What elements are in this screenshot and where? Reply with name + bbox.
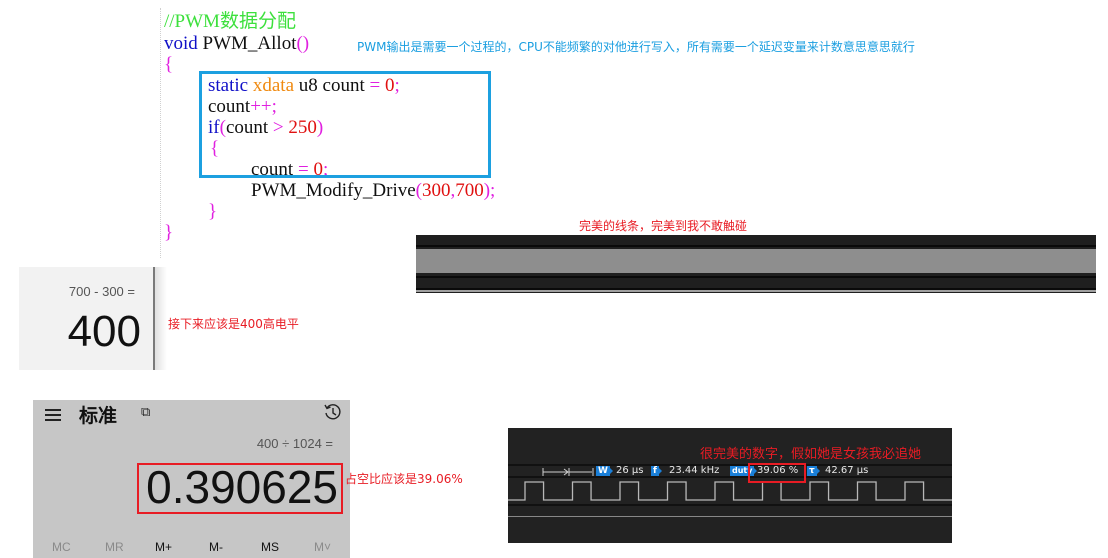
analyzer-note: 很完美的数字，假如她是女孩我必追她 bbox=[700, 447, 922, 462]
code-note: PWM输出是需要一个过程的，CPU不能频繁的对他进行写入，所有需要一个延迟变量来… bbox=[357, 40, 915, 54]
calc-expression: 700 - 300 = bbox=[68, 284, 135, 299]
calc-result: 400 bbox=[67, 307, 141, 356]
code-token: void bbox=[164, 33, 198, 54]
keep-on-top-icon[interactable]: ⧉ bbox=[141, 404, 150, 420]
code-token: PWM_Modify_Drive bbox=[251, 180, 416, 201]
line-note: 完美的线条，完美到我不敢触碰 bbox=[579, 219, 748, 233]
strip-band bbox=[416, 249, 1096, 273]
duty-note: 占空比应该是39.06% bbox=[345, 472, 463, 486]
width-badge: W bbox=[596, 466, 613, 476]
memory-recall-button[interactable]: MR bbox=[105, 540, 124, 554]
history-icon[interactable] bbox=[323, 402, 343, 422]
memory-clear-button[interactable]: MC bbox=[52, 540, 71, 554]
logic-analyzer-panel: 很完美的数字，假如她是女孩我必追她 W 26 µs f 23.44 kHz du… bbox=[508, 428, 952, 543]
period-badge: τ bbox=[807, 466, 820, 476]
code-open-brace: { bbox=[164, 54, 174, 75]
divider bbox=[508, 504, 952, 506]
pwm-waveform bbox=[508, 481, 952, 501]
calculator-small: 700 - 300 = 400 bbox=[19, 267, 167, 370]
strip-line bbox=[416, 245, 1096, 247]
code-token: PWM_Allot bbox=[197, 33, 297, 54]
strip-line bbox=[416, 276, 1096, 278]
memory-store-button[interactable]: MS bbox=[261, 540, 279, 554]
hamburger-menu-icon[interactable] bbox=[45, 409, 61, 421]
signal-strip bbox=[416, 235, 1096, 293]
memory-add-button[interactable]: M+ bbox=[155, 540, 172, 554]
calc-expression: 400 ÷ 1024 = bbox=[256, 436, 333, 451]
code-token: () bbox=[296, 33, 310, 54]
code-close-brace: } bbox=[164, 222, 174, 243]
code-comment: //PWM数据分配 bbox=[164, 11, 296, 32]
code-highlight-box bbox=[199, 71, 491, 178]
strip-line bbox=[416, 290, 1096, 292]
code-func-signature: void PWM_Allot() bbox=[164, 33, 309, 54]
memory-subtract-button[interactable]: M- bbox=[209, 540, 223, 554]
result-highlight-box bbox=[137, 463, 343, 514]
pwm-trace bbox=[508, 481, 952, 501]
memory-list-button[interactable]: M˅ bbox=[314, 540, 331, 554]
high-level-note: 接下来应该是400高电平 bbox=[168, 317, 299, 331]
code-token: ); bbox=[483, 180, 496, 201]
code-token: 700 bbox=[455, 180, 484, 201]
code-call-line: PWM_Modify_Drive(300,700); bbox=[251, 180, 495, 201]
panel-shadow bbox=[155, 267, 167, 370]
code-inner-close-brace: } bbox=[208, 201, 218, 222]
divider bbox=[508, 516, 952, 517]
frequency-badge: f bbox=[651, 466, 662, 476]
code-token: 300 bbox=[421, 180, 451, 201]
duty-highlight-box bbox=[748, 463, 806, 483]
calc-mode-title: 标准 bbox=[79, 406, 118, 427]
